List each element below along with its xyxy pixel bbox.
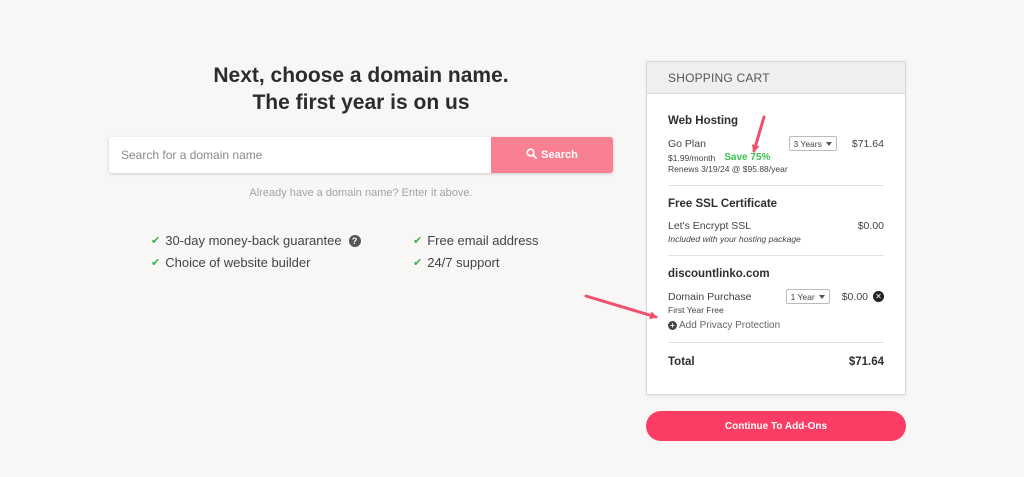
domain-title: discountlinko.com xyxy=(668,268,770,280)
check-icon: ✔ xyxy=(413,257,423,269)
domain-price: $0.00 xyxy=(841,290,868,303)
hosting-title: Web Hosting xyxy=(668,115,739,127)
cart-section-ssl: Free SSL Certificate Let's Encrypt SSL $… xyxy=(668,186,884,256)
hosting-term-select[interactable]: 3 Years xyxy=(788,136,837,151)
hosting-renews: Renews 3/19/24 @ $95.88/year xyxy=(668,164,788,174)
hosting-monthly: $1.99/month xyxy=(668,152,716,163)
search-button-label: Search xyxy=(541,149,578,161)
ssl-price: $0.00 xyxy=(857,220,884,232)
shopping-cart: SHOPPING CART Web Hosting Go Plan 3 Year… xyxy=(646,61,906,395)
ssl-note: Included with your hosting package xyxy=(668,234,801,244)
total-value: $71.64 xyxy=(848,356,884,368)
chevron-down-icon xyxy=(825,141,832,146)
continue-to-addons-button[interactable]: Continue To Add-Ons xyxy=(646,411,906,441)
plan-name: Go Plan xyxy=(668,137,706,150)
domain-item-name: Domain Purchase xyxy=(668,290,752,303)
domain-search-input[interactable] xyxy=(109,137,491,173)
add-privacy-link[interactable]: + Add Privacy Protection xyxy=(668,320,884,331)
feature-item: ✔ Free email address xyxy=(413,233,591,248)
feature-item: ✔ 24/7 support xyxy=(413,255,591,270)
check-icon: ✔ xyxy=(413,235,423,247)
total-label: Total xyxy=(668,356,695,368)
ssl-name: Let's Encrypt SSL xyxy=(668,220,752,232)
hosting-price: $71.64 xyxy=(851,137,884,150)
hosting-term-value: 3 Years xyxy=(793,138,822,149)
headline-line-2: The first year is on us xyxy=(252,91,470,114)
domain-term-select[interactable]: 1 Year xyxy=(785,289,830,304)
ssl-title: Free SSL Certificate xyxy=(668,198,778,210)
search-icon xyxy=(526,148,538,162)
domain-search-bar: Search xyxy=(109,137,613,173)
domain-term-value: 1 Year xyxy=(790,291,815,302)
remove-icon[interactable]: ✕ xyxy=(873,291,884,302)
cart-section-domain: discountlinko.com Domain Purchase 1 Year… xyxy=(668,256,884,343)
feature-text: Choice of website builder xyxy=(165,255,311,270)
page-headline: Next, choose a domain name. The first ye… xyxy=(109,62,613,116)
feature-item: ✔ 30-day money-back guarantee ? xyxy=(151,233,413,248)
check-icon: ✔ xyxy=(151,257,161,269)
help-icon[interactable]: ? xyxy=(348,234,361,247)
check-icon: ✔ xyxy=(151,235,161,247)
headline-line-1: Next, choose a domain name. xyxy=(213,64,509,87)
feature-list: ✔ 30-day money-back guarantee ? ✔ Free e… xyxy=(151,233,591,270)
feature-item: ✔ Choice of website builder xyxy=(151,255,413,270)
plus-icon: + xyxy=(668,321,677,330)
feature-text: Free email address xyxy=(427,233,539,248)
save-badge: Save 75% xyxy=(724,152,771,163)
cart-section-hosting: Web Hosting Go Plan 3 Years $71.64 $1.99… xyxy=(668,94,884,186)
cart-total-row: Total $71.64 xyxy=(668,343,884,368)
search-button[interactable]: Search xyxy=(491,137,613,173)
privacy-label: Add Privacy Protection xyxy=(679,320,781,331)
chevron-down-icon xyxy=(818,294,825,299)
feature-text: 30-day money-back guarantee xyxy=(165,233,342,248)
cart-header: SHOPPING CART xyxy=(647,62,905,94)
domain-note: First Year Free xyxy=(668,305,724,315)
feature-text: 24/7 support xyxy=(427,255,500,270)
search-hint: Already have a domain name? Enter it abo… xyxy=(249,187,473,199)
